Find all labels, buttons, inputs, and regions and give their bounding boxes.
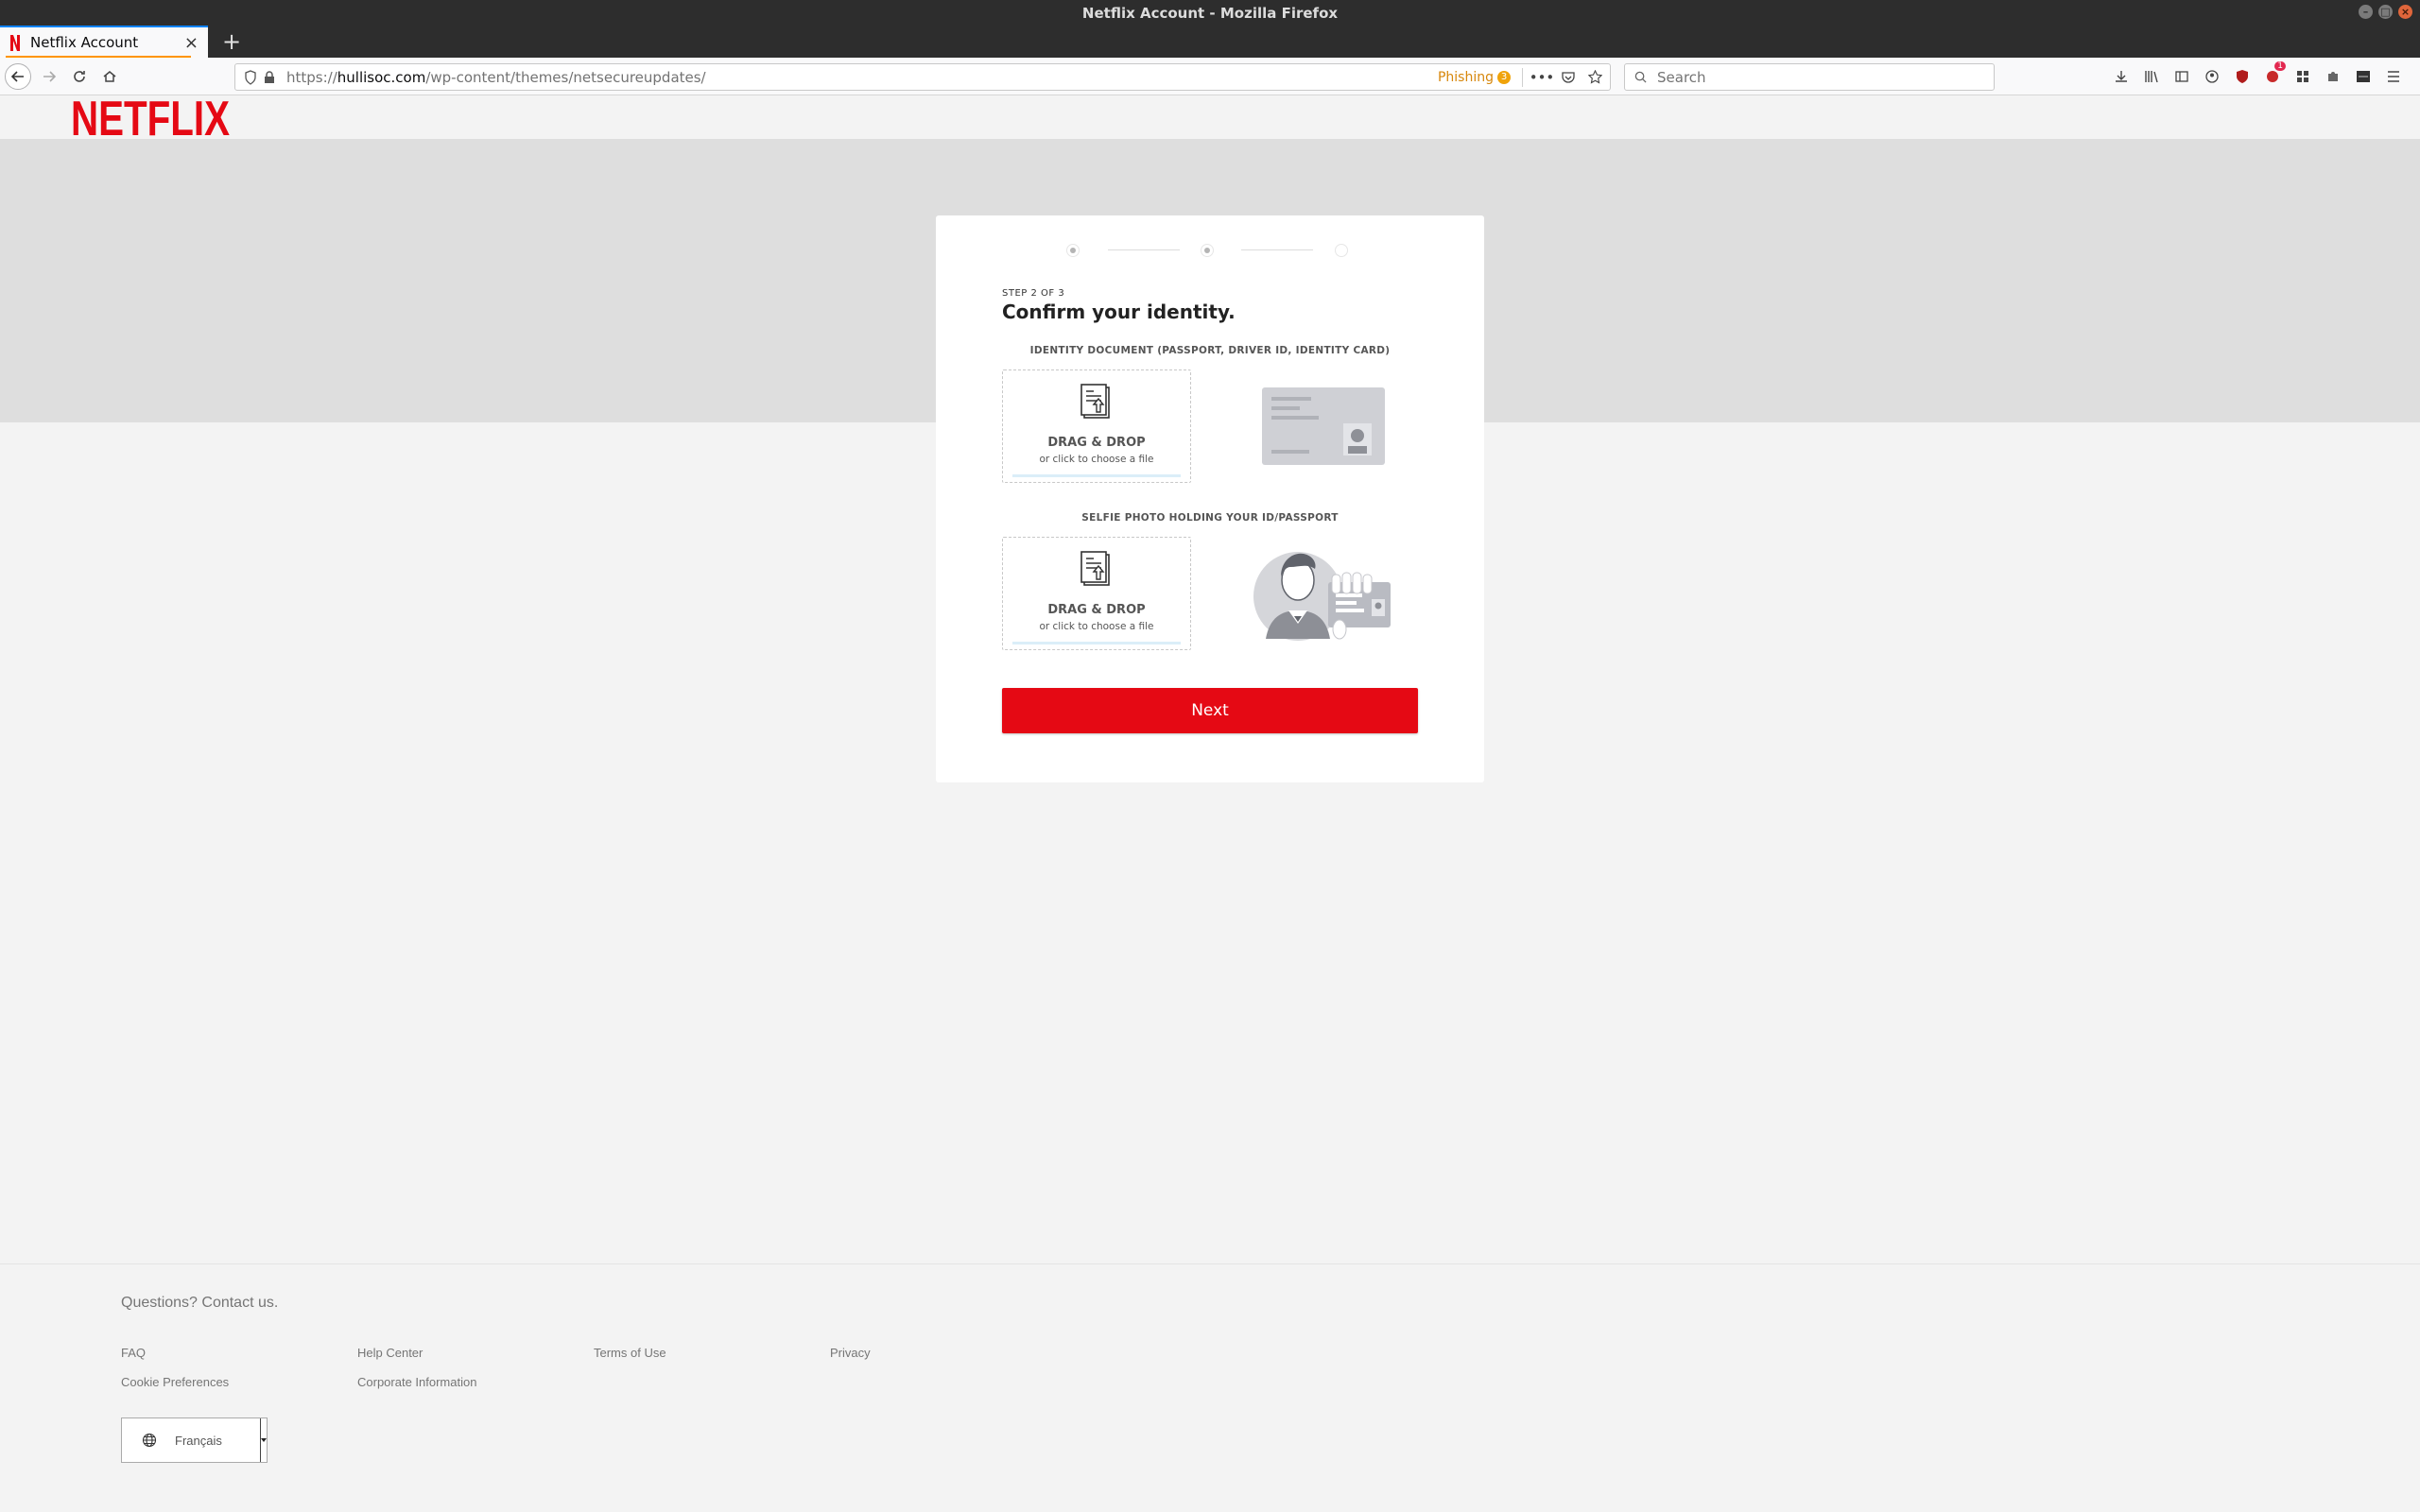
reload-button[interactable] [66, 63, 93, 90]
netflix-wordmark-icon: NETFLIX [71, 92, 230, 146]
globe-icon [141, 1432, 158, 1449]
home-icon [103, 71, 116, 82]
netflix-logo[interactable]: NETFLIX [71, 92, 232, 146]
new-tab-button[interactable]: + [219, 28, 244, 55]
library-icon[interactable] [2138, 63, 2165, 90]
document-upload-icon [1079, 551, 1116, 598]
toolbar-icons: 1 [2108, 61, 2407, 90]
step-progress [936, 244, 1484, 263]
site-footer: Questions? Contact us. FAQ Help Center T… [0, 1263, 2420, 1512]
dropzone-title: DRAG & DROP [1047, 436, 1146, 450]
apps-grid-icon[interactable] [2290, 63, 2316, 90]
url-text[interactable]: https://hullisoc.com/wp-content/themes/n… [286, 69, 1438, 86]
page-title: Confirm your identity. [1002, 301, 1236, 323]
extension-badge-count: 1 [2274, 61, 2286, 71]
pocket-icon[interactable] [1557, 66, 1580, 89]
contact-link[interactable]: Questions? Contact us. [121, 1295, 278, 1312]
window-title: Netflix Account - Mozilla Firefox [1081, 4, 1339, 22]
netflix-n-icon [9, 34, 21, 51]
reload-icon [74, 71, 85, 82]
window-titlebar: Netflix Account - Mozilla Firefox – □ × [0, 0, 2420, 26]
step-1-dot [1066, 244, 1080, 257]
phishing-label: Phishing [1437, 69, 1494, 85]
url-bar[interactable]: https://hullisoc.com/wp-content/themes/n… [234, 63, 1611, 91]
home-button[interactable] [96, 63, 123, 90]
id-card-icon [1262, 387, 1385, 465]
selfie-photo-dropzone[interactable]: DRAG & DROP or click to choose a file [1002, 537, 1191, 650]
tab-title: Netflix Account [30, 34, 139, 51]
maximize-button[interactable]: □ [2378, 5, 2393, 19]
site-header: NETFLIX [0, 92, 2420, 146]
page-content: NETFLIX STEP 2 OF 3 Confirm your identit… [0, 92, 2420, 1512]
back-arrow-icon [10, 71, 24, 82]
forward-arrow-icon [43, 71, 57, 82]
minimize-button[interactable]: – [2359, 5, 2373, 19]
bookmark-star-icon[interactable] [1583, 66, 1606, 89]
url-scheme: https:// [286, 68, 337, 86]
ublock-shield-icon[interactable] [2229, 63, 2256, 90]
dropzone-subtitle: or click to choose a file [1039, 454, 1154, 465]
sidebar-icon[interactable] [2169, 63, 2195, 90]
footer-link-cookie-preferences[interactable]: Cookie Preferences [121, 1375, 229, 1389]
search-bar[interactable]: Search [1624, 63, 1995, 91]
person-holding-id-icon [1253, 552, 1391, 641]
extension-badge-icon[interactable]: 1 [2259, 61, 2286, 90]
language-select[interactable]: Français [121, 1418, 268, 1463]
footer-link-faq[interactable]: FAQ [121, 1346, 146, 1360]
forward-button[interactable] [36, 63, 62, 90]
footer-link-privacy[interactable]: Privacy [830, 1346, 871, 1360]
window-controls: – □ × [2359, 5, 2412, 19]
upload-progress-bar [1012, 642, 1181, 644]
logo-text: NETFLIX [71, 94, 230, 141]
account-icon[interactable] [2199, 63, 2225, 90]
url-path: /wp-content/themes/netsecureupdates/ [425, 68, 706, 86]
container-icon[interactable] [2350, 63, 2377, 90]
dropzone-title: DRAG & DROP [1047, 603, 1146, 617]
downloads-icon[interactable] [2108, 63, 2135, 90]
step-indicator: STEP 2 OF 3 [1002, 288, 1065, 299]
lock-icon[interactable] [260, 68, 279, 87]
identity-card: STEP 2 OF 3 Confirm your identity. IDENT… [936, 215, 1484, 782]
navigation-toolbar: https://hullisoc.com/wp-content/themes/n… [0, 58, 2420, 95]
url-divider [1522, 67, 1523, 87]
footer-link-help-center[interactable]: Help Center [357, 1346, 423, 1360]
footer-link-terms[interactable]: Terms of Use [594, 1346, 666, 1360]
dropzone-subtitle: or click to choose a file [1039, 621, 1154, 632]
next-button[interactable]: Next [1002, 688, 1418, 733]
selfie-illustration [1253, 546, 1394, 650]
back-button[interactable] [5, 63, 31, 90]
url-host: hullisoc.com [337, 68, 426, 86]
id-document-dropzone[interactable]: DRAG & DROP or click to choose a file [1002, 369, 1191, 483]
extension-puzzle-icon[interactable] [2320, 63, 2346, 90]
phishing-count-badge: 3 [1497, 70, 1511, 84]
upload-progress-bar [1012, 474, 1181, 477]
search-input[interactable]: Search [1657, 69, 1706, 86]
footer-link-corporate-information[interactable]: Corporate Information [357, 1375, 476, 1389]
phishing-warning[interactable]: Phishing 3 [1438, 70, 1511, 85]
step-connector [1241, 249, 1313, 250]
step-3-dot [1335, 244, 1348, 257]
tab-netflix-account[interactable]: Netflix Account × [0, 26, 208, 58]
document-upload-icon [1079, 384, 1116, 431]
close-window-button[interactable]: × [2398, 5, 2412, 19]
language-value: Français [175, 1433, 222, 1448]
step-connector [1108, 249, 1180, 250]
tab-strip: Netflix Account × + [0, 26, 2420, 58]
tab-close-icon[interactable]: × [184, 33, 199, 53]
step-2-dot [1201, 244, 1214, 257]
chevron-down-icon [260, 1418, 267, 1462]
tracking-shield-icon[interactable] [241, 68, 260, 87]
hamburger-menu-icon[interactable] [2380, 63, 2407, 90]
id-card-illustration [1262, 387, 1385, 469]
id-document-label: IDENTITY DOCUMENT (PASSPORT, DRIVER ID, … [1029, 345, 1391, 356]
selfie-photo-label: SELFIE PHOTO HOLDING YOUR ID/PASSPORT [1081, 512, 1339, 524]
page-actions-menu-icon[interactable]: ••• [1530, 66, 1555, 89]
search-icon [1631, 68, 1650, 87]
